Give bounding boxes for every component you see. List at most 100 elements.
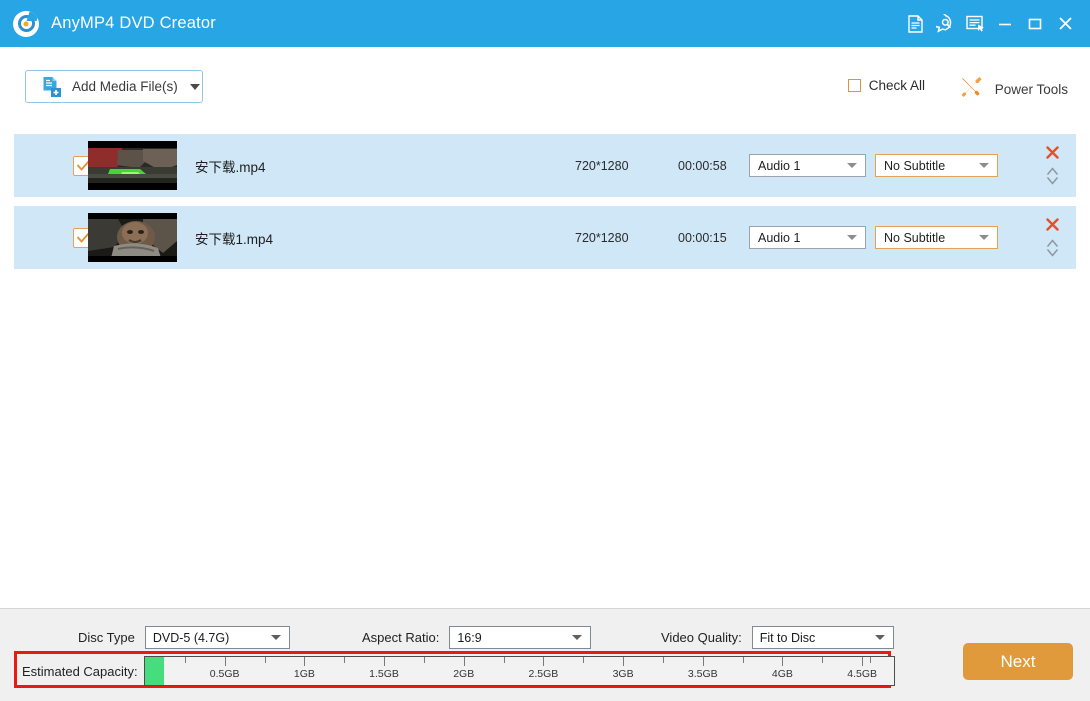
capacity-tick-label: 0.5GB (209, 668, 240, 680)
up-down-chevron-icon (1046, 167, 1058, 185)
close-icon[interactable] (1050, 9, 1080, 39)
capacity-minor-tick (423, 657, 425, 663)
capacity-minor-tick (822, 657, 824, 663)
next-button[interactable]: Next (963, 643, 1073, 680)
capacity-major-tick (384, 657, 386, 666)
disc-type-select[interactable]: DVD-5 (4.7G) (144, 626, 290, 649)
capacity-minor-tick (503, 657, 505, 663)
close-x-icon (1045, 145, 1059, 159)
capacity-minor-tick (870, 657, 872, 663)
subtitle-select[interactable]: No Subtitle (875, 154, 998, 177)
media-file-list: 安下载.mp4 720*1280 00:00:58 Audio 1 No Sub… (0, 130, 1090, 608)
power-tools-button[interactable]: Power Tools (959, 75, 1068, 103)
thumbnail-image (88, 141, 177, 190)
capacity-tick-label: 3.5GB (687, 668, 718, 680)
aspect-ratio-label: Aspect Ratio: (362, 630, 440, 645)
remove-file-button[interactable] (1044, 216, 1060, 232)
disc-type-label: Disc Type (78, 630, 135, 645)
capacity-minor-tick (264, 657, 266, 663)
capacity-tick-label: 2.5GB (528, 668, 559, 680)
capacity-major-tick (782, 657, 784, 666)
toolbar: Add Media File(s) Check All Power Tools (0, 47, 1090, 130)
chevron-down-icon[interactable] (979, 163, 989, 168)
capacity-minor-tick (742, 657, 744, 663)
capacity-minor-tick (344, 657, 346, 663)
subtitle-select[interactable]: No Subtitle (875, 226, 998, 249)
capacity-major-tick (862, 657, 864, 666)
capacity-major-tick (702, 657, 704, 666)
aspect-ratio-value: 16:9 (457, 630, 482, 645)
chevron-down-icon[interactable] (979, 235, 989, 240)
file-name: 安下载1.mp4 (195, 231, 274, 247)
capacity-major-tick (304, 657, 306, 666)
close-x-icon (1045, 217, 1059, 231)
file-name: 安下载.mp4 (195, 159, 266, 175)
chevron-down-icon[interactable] (847, 235, 857, 240)
tools-icon (959, 75, 984, 103)
next-button-label: Next (1000, 651, 1036, 671)
subtitle-value: No Subtitle (884, 158, 946, 173)
remove-file-button[interactable] (1044, 144, 1060, 160)
chevron-down-icon[interactable] (572, 635, 583, 640)
subtitle-value: No Subtitle (884, 230, 946, 245)
dvd-creator-window: AnyMP4 DVD Creator Add Media File(s) Che… (0, 0, 1090, 701)
file-resolution: 720*1280 (575, 230, 629, 245)
capacity-minor-tick (184, 657, 186, 663)
minimize-icon[interactable] (990, 9, 1020, 39)
check-all-control[interactable]: Check All (847, 78, 925, 93)
power-tools-label: Power Tools (994, 81, 1068, 97)
estimated-capacity-highlight: Estimated Capacity: 0.5GB 1GB 1.5GB 2GB 2.5G… (14, 651, 895, 688)
file-resolution: 720*1280 (575, 158, 629, 173)
help-icon[interactable] (930, 9, 960, 39)
disc-type-setting: Disc Type DVD-5 (4.7G) (78, 626, 290, 649)
capacity-tick-label: 3GB (612, 668, 634, 680)
window-controls (900, 0, 1080, 47)
audio-track-value: Audio 1 (758, 230, 801, 245)
video-thumbnail (88, 213, 177, 262)
add-media-files-button[interactable]: Add Media File(s) (25, 70, 203, 103)
capacity-tick-label: 1GB (293, 668, 315, 680)
reorder-handle[interactable] (1044, 166, 1060, 186)
capacity-major-tick (463, 657, 465, 666)
chevron-down-icon[interactable] (270, 635, 281, 640)
capacity-bar: 0.5GB 1GB 1.5GB 2GB 2.5GB 3GB 3.5GB 4GB 4.5GB (144, 656, 895, 686)
video-quality-setting: Video Quality: Fit to Disc (661, 626, 894, 649)
check-all-checkbox[interactable] (847, 79, 861, 92)
table-row[interactable]: 安下载1.mp4 720*1280 00:00:15 Audio 1 No Su… (14, 206, 1076, 269)
aspect-ratio-setting: Aspect Ratio: 16:9 (362, 626, 592, 649)
chevron-down-icon[interactable] (847, 163, 857, 168)
video-quality-select[interactable]: Fit to Disc (751, 626, 894, 649)
audio-track-value: Audio 1 (758, 158, 801, 173)
capacity-major-tick (224, 657, 226, 666)
chevron-down-icon[interactable] (874, 635, 885, 640)
chevron-down-icon[interactable] (189, 83, 200, 90)
file-duration: 00:00:15 (678, 230, 727, 245)
up-down-chevron-icon (1046, 239, 1058, 257)
capacity-tick-label: 4GB (771, 668, 793, 680)
audio-track-select[interactable]: Audio 1 (749, 154, 866, 177)
video-quality-label: Video Quality: (661, 630, 742, 645)
capacity-tick-label: 1.5GB (369, 668, 399, 680)
audio-track-select[interactable]: Audio 1 (749, 226, 866, 249)
capacity-fill (145, 657, 165, 685)
thumbnail-image (88, 213, 177, 262)
table-row[interactable]: 安下载.mp4 720*1280 00:00:58 Audio 1 No Sub… (14, 134, 1076, 197)
maximize-icon[interactable] (1020, 9, 1050, 39)
register-icon[interactable] (900, 9, 930, 39)
reorder-handle[interactable] (1044, 238, 1060, 258)
add-media-label: Add Media File(s) (72, 79, 178, 94)
add-file-icon (42, 76, 63, 98)
capacity-major-tick (543, 657, 545, 666)
feedback-icon[interactable] (960, 9, 990, 39)
capacity-minor-tick (662, 657, 664, 663)
app-title: AnyMP4 DVD Creator (51, 14, 216, 32)
capacity-major-tick (623, 657, 625, 666)
aspect-ratio-select[interactable]: 16:9 (449, 626, 592, 649)
file-duration: 00:00:58 (678, 158, 727, 173)
video-quality-value: Fit to Disc (759, 630, 816, 645)
capacity-tick-label: 2GB (453, 668, 475, 680)
anymp4-logo-icon (13, 10, 39, 37)
capacity-minor-tick (583, 657, 585, 663)
capacity-tick-label: 4.5GB (847, 668, 878, 680)
estimated-capacity-label: Estimated Capacity: (22, 664, 138, 679)
